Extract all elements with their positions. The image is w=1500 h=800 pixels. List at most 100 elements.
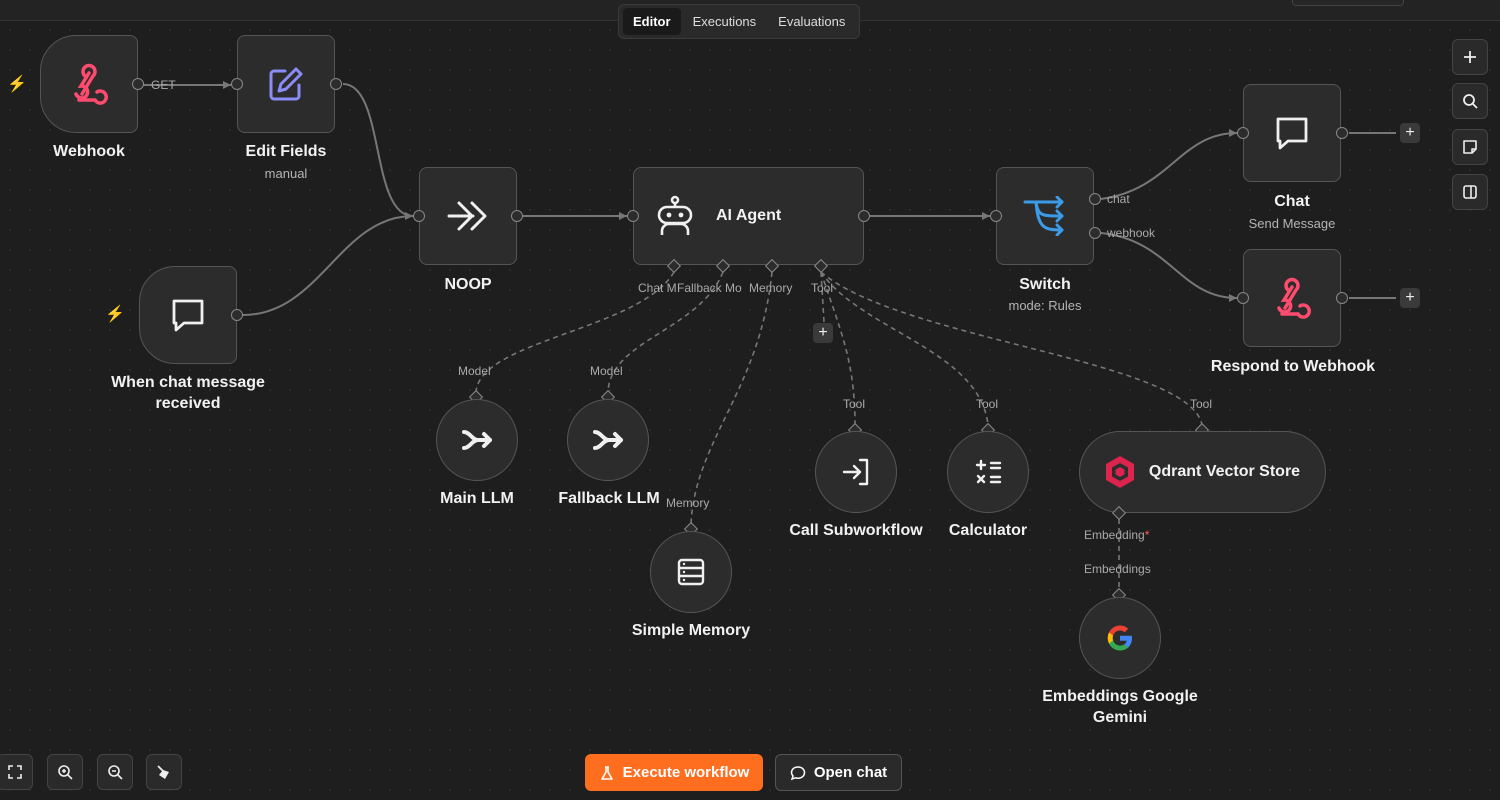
edge-memory <box>690 271 773 525</box>
execute-workflow-button[interactable]: Execute workflow <box>585 754 763 791</box>
webhook-icon <box>1277 277 1311 319</box>
output-port[interactable] <box>231 309 243 321</box>
node-embeddings-gemini[interactable] <box>1079 597 1161 679</box>
node-qdrant-title: Qdrant Vector Store <box>1148 463 1301 480</box>
database-icon <box>677 558 705 586</box>
output-port[interactable] <box>330 78 342 90</box>
port-label-memory: Memory <box>749 281 793 295</box>
tidy-up-button[interactable] <box>146 754 182 790</box>
node-simple-memory-title: Simple Memory <box>631 622 751 639</box>
chat-bubble-icon <box>1276 117 1308 150</box>
input-port[interactable] <box>413 210 425 222</box>
node-qdrant-vector-store[interactable]: Qdrant Vector Store <box>1079 431 1326 513</box>
node-webhook[interactable] <box>40 35 138 133</box>
node-main-llm[interactable] <box>436 399 518 481</box>
zoom-in-button[interactable] <box>47 754 83 790</box>
flask-icon <box>600 765 613 780</box>
node-chat-subtitle: Send Message <box>1248 216 1336 231</box>
node-calculator-title: Calculator <box>948 522 1028 539</box>
calculator-icon <box>975 459 1002 484</box>
port-label-tool: Tool <box>843 397 866 411</box>
chat-bubble-icon <box>172 299 204 332</box>
node-calculator[interactable] <box>947 431 1029 513</box>
port-label-model: Model <box>590 364 623 378</box>
trigger-bolt-icon: ⚡ <box>105 306 125 323</box>
port-label-tool: Tool <box>1190 397 1213 411</box>
node-webhook-title: Webhook <box>53 143 125 160</box>
output-port-webhook[interactable] <box>1089 227 1101 239</box>
output-port[interactable] <box>858 210 870 222</box>
port-label-model: Model <box>458 364 491 378</box>
node-switch[interactable] <box>996 167 1094 265</box>
zoom-in-icon <box>58 765 73 780</box>
output-port[interactable] <box>1336 292 1348 304</box>
add-tool-button[interactable]: + <box>813 323 833 343</box>
node-noop[interactable] <box>419 167 517 265</box>
input-port[interactable] <box>231 78 243 90</box>
node-chat-trigger[interactable] <box>139 266 237 364</box>
add-node-button[interactable]: + <box>1400 288 1420 308</box>
output-port[interactable] <box>132 78 144 90</box>
plus-icon <box>1464 51 1476 63</box>
edge-label-chat: chat <box>1107 192 1130 206</box>
node-respond-webhook[interactable] <box>1243 249 1341 347</box>
zoom-out-button[interactable] <box>97 754 133 790</box>
input-port[interactable] <box>990 210 1002 222</box>
port-label-chat-model: Chat M <box>638 281 677 295</box>
node-switch-subtitle: mode: Rules <box>1008 298 1082 313</box>
node-edit-fields-subtitle: manual <box>264 166 308 181</box>
port-label-embedding: Embedding* <box>1084 528 1150 542</box>
fit-view-button[interactable] <box>0 754 33 790</box>
port-label-memory: Memory <box>666 496 710 510</box>
fullscreen-icon <box>8 765 22 779</box>
node-switch-title: Switch <box>1019 276 1071 293</box>
node-call-subworkflow[interactable] <box>815 431 897 513</box>
port-label-embeddings: Embeddings <box>1084 562 1151 576</box>
search-toolbar-button[interactable] <box>1452 83 1488 119</box>
trigger-bolt-icon: ⚡ <box>7 76 27 93</box>
execute-workflow-label: Execute workflow <box>622 764 750 781</box>
node-fallback-llm[interactable] <box>567 399 649 481</box>
openrouter-icon <box>462 430 492 450</box>
panel-toggle-toolbar-button[interactable] <box>1452 174 1488 210</box>
input-port[interactable] <box>627 210 639 222</box>
edge-label-webhook: webhook <box>1107 226 1156 240</box>
chat-bubble-icon <box>790 765 806 780</box>
node-edit-fields-title: Edit Fields <box>245 143 327 160</box>
open-chat-label: Open chat <box>813 764 888 781</box>
sticky-note-icon <box>1463 140 1477 154</box>
openrouter-icon <box>593 430 623 450</box>
edge-label-get: GET <box>151 78 176 92</box>
sign-in-arrow-icon <box>842 458 869 486</box>
port-label-fallback-model: Fallback Mo <box>677 281 742 295</box>
node-simple-memory[interactable] <box>650 531 732 613</box>
search-icon <box>1463 94 1478 109</box>
sticky-note-toolbar-button[interactable] <box>1452 129 1488 165</box>
edge-chat-noop <box>242 215 414 316</box>
node-chat[interactable] <box>1243 84 1341 182</box>
output-port-chat[interactable] <box>1089 193 1101 205</box>
node-respond-title: Respond to Webhook <box>1210 358 1376 375</box>
pencil-edit-icon <box>269 67 303 101</box>
port-label-tool: Tool <box>811 281 834 295</box>
double-arrow-right-icon <box>447 201 487 231</box>
edge-switch-respond <box>1100 232 1238 299</box>
node-chat-trigger-title: When chat message received <box>111 374 265 412</box>
output-port[interactable] <box>1336 127 1348 139</box>
broom-icon <box>157 765 169 779</box>
webhook-icon <box>74 63 108 105</box>
sidebar-panel-icon <box>1463 185 1477 199</box>
node-chat-title: Chat <box>1274 193 1310 210</box>
input-port[interactable] <box>1237 127 1249 139</box>
node-noop-title: NOOP <box>444 276 492 293</box>
qdrant-icon <box>1105 456 1134 488</box>
node-ai-agent[interactable]: AI Agent <box>633 167 864 265</box>
node-embeddings-gemini-title: Embeddings Google Gemini <box>1042 688 1198 726</box>
output-port[interactable] <box>511 210 523 222</box>
node-edit-fields[interactable] <box>237 35 335 133</box>
add-node-button[interactable]: + <box>1400 123 1420 143</box>
add-node-toolbar-button[interactable] <box>1452 39 1488 75</box>
input-port[interactable] <box>1237 292 1249 304</box>
open-chat-button[interactable]: Open chat <box>775 754 902 791</box>
switch-route-icon <box>1023 196 1064 236</box>
